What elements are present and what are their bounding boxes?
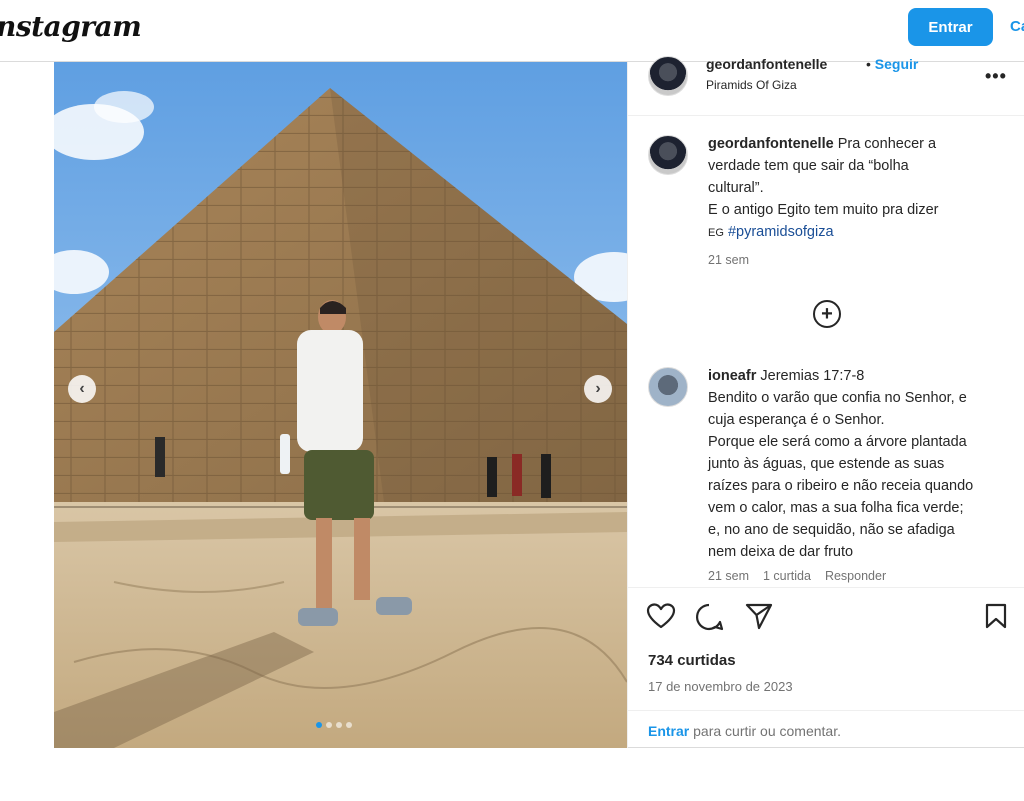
carousel-next-button[interactable]: › (584, 375, 612, 403)
load-more-comments-icon[interactable]: + (813, 300, 841, 328)
author-avatar[interactable] (648, 56, 688, 96)
comment-line: cuja esperança é o Senhor. (708, 412, 885, 428)
comment-time[interactable]: 21 sem (708, 569, 749, 583)
post-side-panel: geordanfontenelle • Seguir Piramids Of G… (627, 56, 1024, 748)
follow-button[interactable]: • Seguir (866, 56, 918, 72)
comment-line: Jeremias 17:7-8 (760, 368, 865, 384)
author-username[interactable]: geordanfontenelle (706, 56, 827, 72)
caption-line: E o antigo Egito tem muito pra dizer (708, 202, 939, 218)
like-heart-icon[interactable] (646, 602, 676, 630)
post-date[interactable]: 17 de novembro de 2023 (648, 679, 793, 694)
instagram-logo[interactable]: nstagram (0, 10, 142, 43)
caption-time[interactable]: 21 sem (708, 253, 749, 267)
caption-meta: 21 sem (708, 253, 749, 267)
share-send-icon[interactable] (744, 602, 774, 630)
login-link[interactable]: Entrar (648, 723, 689, 739)
post-header: geordanfontenelle • Seguir Piramids Of G… (628, 56, 1024, 116)
carousel-prev-button[interactable]: ‹ (68, 375, 96, 403)
comments-list: geordanfontenelle Pra conhecer a verdade… (628, 117, 1024, 587)
hashtag-link[interactable]: #pyramidsofgiza (728, 224, 834, 240)
signup-link[interactable]: Ca (1010, 18, 1024, 35)
carousel-dot (346, 722, 352, 728)
more-options-icon[interactable]: ••• (985, 66, 1007, 87)
comment-line: raízes para o ribeiro e não receia quand… (708, 478, 974, 494)
post-photo: ‹ › (54, 62, 627, 748)
comment-meta: 21 sem 1 curtida Responder (708, 569, 886, 583)
commenter-avatar[interactable] (648, 367, 688, 407)
comment-line: nem deixa de dar fruto (708, 544, 854, 560)
caption-author-avatar[interactable] (648, 135, 688, 175)
caption-line: cultural”. (708, 180, 764, 196)
post-actions: 734 curtidas 17 de novembro de 2023 Entr… (628, 587, 1024, 748)
login-prompt-text: para curtir ou comentar. (689, 723, 841, 739)
comment-line: e, no ano de sequidão, não se afadiga (708, 522, 955, 538)
save-bookmark-icon[interactable] (984, 602, 1008, 630)
caption-text: geordanfontenelle Pra conhecer a verdade… (708, 133, 1013, 244)
comment-bubble-icon[interactable] (694, 602, 724, 632)
comment-line: junto às águas, que estende as suas (708, 456, 945, 472)
follow-label: Seguir (874, 56, 919, 72)
post-location[interactable]: Piramids Of Giza (706, 78, 797, 92)
carousel-dot (326, 722, 332, 728)
post-container: ‹ › geordanfontenelle • Seguir Piramids … (54, 56, 1024, 748)
top-bar: nstagram Entrar Ca (0, 0, 1024, 62)
caption-line: verdade tem que sair da “bolha (708, 158, 909, 174)
comment-line: Porque ele será como a árvore plantada (708, 434, 967, 450)
comment-line: vem o calor, mas a sua folha fica verde; (708, 500, 964, 516)
pyramid-photo-illustration (54, 62, 627, 748)
caption-line: Pra conhecer a (837, 136, 937, 152)
login-prompt: Entrar para curtir ou comentar. (628, 710, 1024, 749)
flag-emoji: EG (708, 227, 724, 239)
likes-count[interactable]: 734 curtidas (648, 652, 736, 669)
comment-text: ioneafr Jeremias 17:7-8 Bendito o varão … (708, 365, 1013, 563)
reply-button[interactable]: Responder (825, 569, 886, 583)
commenter-username[interactable]: ioneafr (708, 368, 756, 384)
comment-line: Bendito o varão que confia no Senhor, e (708, 390, 967, 406)
carousel-indicator (316, 722, 352, 728)
carousel-dot (316, 722, 322, 728)
comment-likes[interactable]: 1 curtida (763, 569, 811, 583)
caption-author[interactable]: geordanfontenelle (708, 136, 834, 152)
carousel-dot (336, 722, 342, 728)
login-button[interactable]: Entrar (908, 8, 993, 46)
